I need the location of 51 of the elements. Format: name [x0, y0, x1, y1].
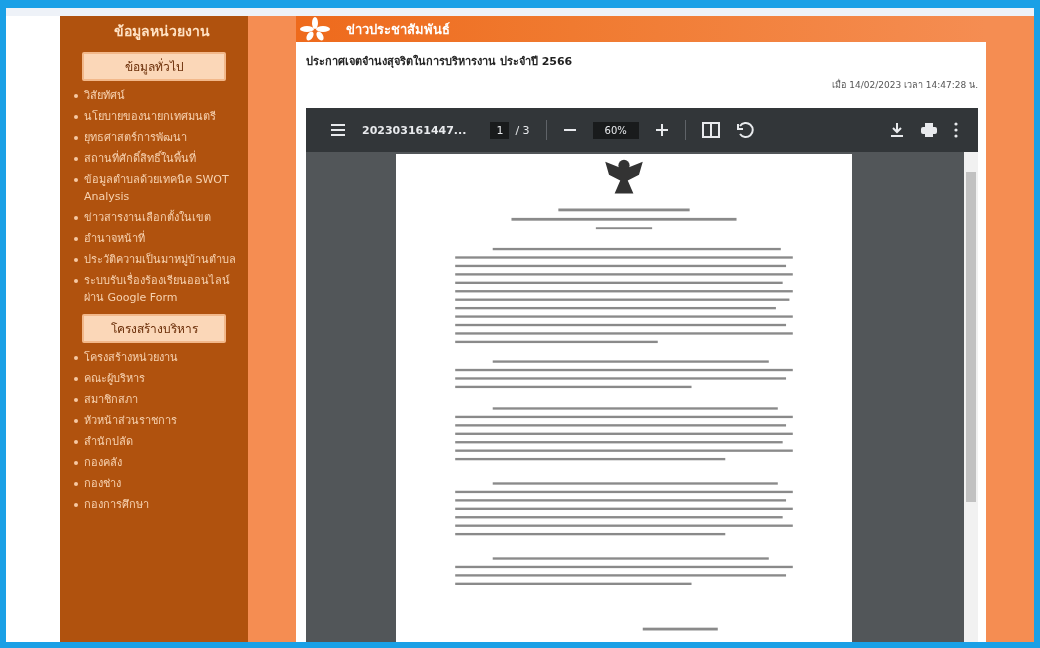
section-heading: ข้อมูลทั่วไป: [82, 52, 226, 81]
sidebar-title: ข้อมูลหน่วยงาน: [113, 22, 211, 42]
bullet-icon: [74, 356, 78, 360]
bullet-icon: [74, 136, 78, 140]
page-total: / 3: [515, 123, 530, 137]
sidebar-link[interactable]: สำนักปลัด: [84, 433, 133, 450]
download-icon[interactable]: [890, 122, 904, 138]
posted-date: เมื่อ 14/02/2023 เวลา 14:47:28 น.: [831, 78, 978, 92]
sidebar-link[interactable]: คณะผู้บริหาร: [84, 370, 145, 387]
page-input[interactable]: 1: [490, 121, 510, 139]
sidebar-link[interactable]: วิสัยทัศน์: [84, 87, 125, 104]
rotate-icon[interactable]: [735, 121, 754, 139]
sidebar-link[interactable]: ระบบรับเรื่องร้องเรียนออนไลน์ ผ่าน Google Form: [84, 272, 236, 306]
menu-icon[interactable]: [330, 123, 346, 137]
bullet-icon: [74, 279, 78, 283]
bullet-icon: [74, 482, 78, 486]
file-name: 202303161447...: [362, 123, 467, 137]
sidebar-link[interactable]: ข้อมูลตำบลด้วยเทคนิค SWOT Analysis: [84, 171, 236, 205]
sidebar-link[interactable]: อำนาจหน้าที่: [84, 230, 145, 247]
bullet-icon: [74, 157, 78, 161]
sidebar-link[interactable]: ยุทธศาสตร์การพัฒนา: [84, 129, 187, 146]
bullet-icon: [74, 258, 78, 262]
zoom-in-icon[interactable]: [654, 123, 669, 137]
bullet-icon: [74, 461, 78, 465]
bullet-icon: [74, 398, 78, 402]
bullet-icon: [74, 237, 78, 241]
sidebar-link[interactable]: สถานที่ศักดิ์สิทธิ์ในพื้นที่: [84, 150, 196, 167]
sidebar-link[interactable]: ประวัติความเป็นมาหมู่บ้านตำบล: [84, 251, 236, 268]
bullet-icon: [74, 94, 78, 98]
bullet-icon: [74, 216, 78, 220]
sidebar-link[interactable]: กองการศึกษา: [84, 496, 149, 513]
sidebar-link[interactable]: โครงสร้างหน่วยงาน: [84, 349, 178, 366]
sidebar-link[interactable]: ข่าวสารงานเลือกตั้งในเขต: [84, 209, 211, 226]
news-title: ประกาศเจตจำนงสุจริตในการบริหารงาน ประจำปี 2566: [306, 53, 574, 70]
scrollbar[interactable]: [964, 152, 978, 642]
bullet-icon: [74, 419, 78, 423]
section-heading: โครงสร้างบริหาร: [82, 314, 226, 343]
bullet-icon: [74, 440, 78, 444]
sidebar-link[interactable]: กองช่าง: [84, 475, 121, 492]
sidebar-link[interactable]: สมาชิกสภา: [84, 391, 138, 408]
page-fit-icon[interactable]: [701, 122, 720, 138]
news-header: ข่าวประชาสัมพันธ์: [346, 20, 450, 39]
more-icon[interactable]: [954, 122, 958, 138]
bullet-icon: [74, 115, 78, 119]
zoom-field[interactable]: 60%: [592, 121, 639, 139]
sidebar-link[interactable]: กองคลัง: [84, 454, 122, 471]
sidebar-link[interactable]: นโยบายของนายกเทศมนตรี: [84, 108, 216, 125]
sidebar-link[interactable]: หัวหน้าส่วนราชการ: [84, 412, 177, 429]
bullet-icon: [74, 503, 78, 507]
bullet-icon: [74, 178, 78, 182]
bullet-icon: [74, 377, 78, 381]
